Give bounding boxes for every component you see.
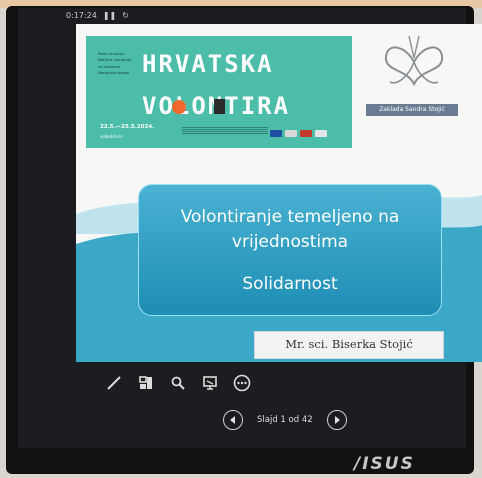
slides-icon[interactable] bbox=[136, 373, 156, 393]
next-slide-button[interactable] bbox=[326, 410, 347, 430]
timer-display: 0:17:24 bbox=[66, 11, 97, 20]
banner-sidebar-text: Poziv na akciju Matično udruženje za vol… bbox=[98, 52, 138, 78]
reset-icon[interactable]: ↻ bbox=[122, 11, 129, 20]
banner-fineprint bbox=[182, 127, 268, 137]
previous-slide-button[interactable] bbox=[223, 410, 243, 430]
banner-note: Poziv na akciju bbox=[98, 52, 125, 56]
presenter-toolbar: 0:17:24 ❚❚ ↻ bbox=[66, 11, 129, 20]
pen-icon[interactable] bbox=[104, 373, 124, 393]
slide-title-line2: vrijednostima bbox=[231, 232, 349, 252]
banner-note: Matično udruženje bbox=[98, 58, 132, 63]
sponsor-logo-icon bbox=[315, 130, 327, 137]
banner-note: Nacionalni tjedan bbox=[98, 71, 130, 76]
butterfly-logo-icon bbox=[384, 35, 444, 87]
screen-icon[interactable] bbox=[200, 373, 220, 393]
slide-title-line1: Volontiranje temeljeno na bbox=[180, 207, 400, 227]
qr-code-icon bbox=[214, 99, 225, 114]
sponsor-logo-icon bbox=[300, 130, 312, 137]
zaklada-label: Zaklada Sandra Stojić bbox=[366, 104, 458, 116]
banner-title-line1: HRVATSKA bbox=[142, 50, 274, 78]
sponsor-logos bbox=[270, 130, 327, 137]
slide-counter: Slajd 1 od 42 bbox=[257, 415, 313, 425]
title-panel: Volontiranje temeljeno na vrijednostima … bbox=[138, 184, 442, 316]
author-name: Mr. sci. Biserka Stojić bbox=[285, 337, 413, 351]
slide-navigation: Slajd 1 od 42 bbox=[223, 410, 347, 430]
pause-icon[interactable]: ❚❚ bbox=[103, 11, 116, 20]
sponsor-logo-icon bbox=[285, 130, 297, 137]
previous-icon bbox=[230, 416, 235, 424]
slideshow-screen: 0:17:24 ❚❚ ↻ Poziv na akciju Matično udr… bbox=[18, 8, 482, 448]
hrvatska-volontira-banner: Poziv na akciju Matično udruženje za vol… bbox=[86, 36, 352, 148]
banner-note: za volontere bbox=[98, 64, 121, 69]
more-icon[interactable] bbox=[232, 373, 252, 393]
author-box: Mr. sci. Biserka Stojić bbox=[254, 331, 444, 359]
slide-subtitle: Solidarnost bbox=[242, 274, 338, 294]
current-slide: Poziv na akciju Matično udruženje za vol… bbox=[76, 24, 482, 362]
brand-logo: /ISUS bbox=[354, 454, 415, 474]
banner-website: volontira.hr bbox=[100, 134, 124, 139]
next-icon bbox=[334, 416, 340, 424]
eu-flag-icon bbox=[270, 130, 282, 137]
slideshow-tools bbox=[104, 372, 252, 394]
banner-dates: 22.5.—25.5.2024. bbox=[100, 124, 155, 130]
orange-dot-icon bbox=[172, 100, 186, 114]
zoom-icon[interactable] bbox=[168, 373, 188, 393]
